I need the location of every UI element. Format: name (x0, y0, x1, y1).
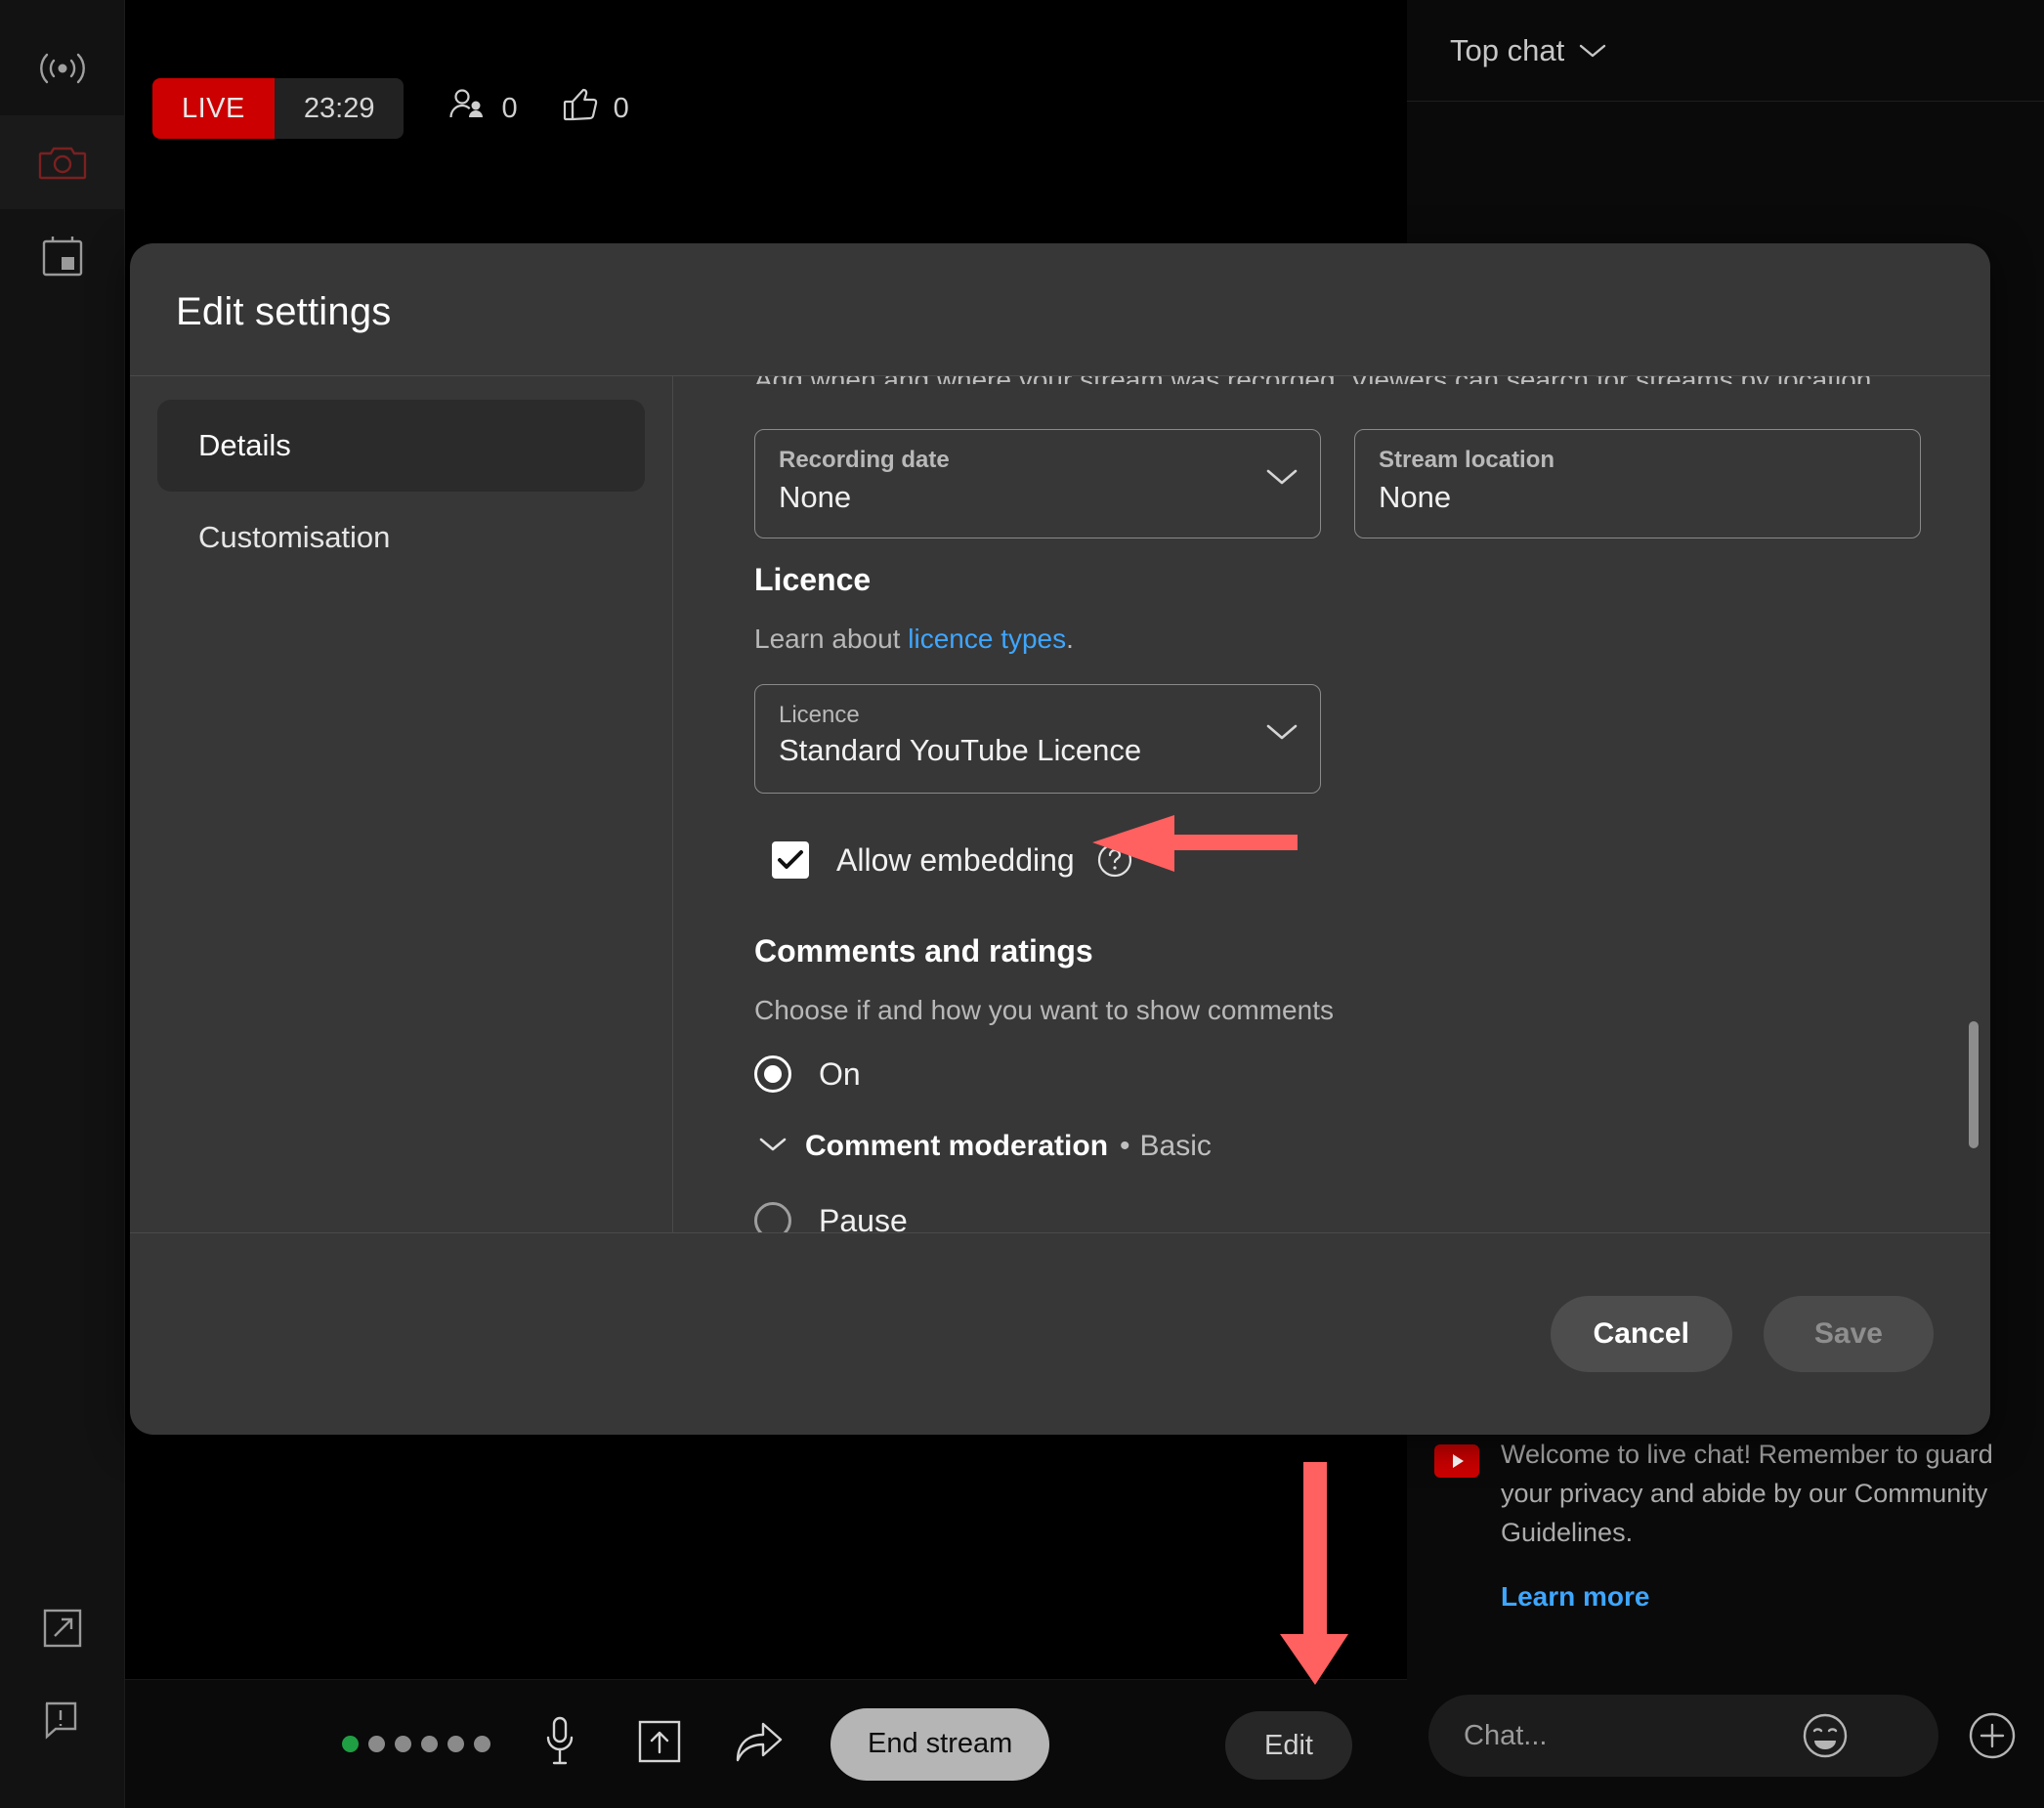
comments-option-pause[interactable]: Pause (754, 1202, 1731, 1232)
licence-section: Licence Learn about licence types. Licen… (754, 562, 1731, 794)
chat-learn-more-link[interactable]: Learn more (1501, 1577, 2005, 1616)
comment-moderation-separator: • (1120, 1130, 1130, 1163)
comments-section: Comments and ratings Choose if and how y… (754, 933, 1731, 1232)
licence-subtext-prefix: Learn about (754, 624, 908, 654)
chevron-down-icon (1265, 467, 1299, 492)
chevron-down-icon (1265, 722, 1299, 747)
nav-item-details-label: Details (198, 428, 291, 463)
edit-settings-dialog: Edit settings Details Customisation Add … (130, 243, 1990, 1435)
nav-item-customisation[interactable]: Customisation (157, 492, 645, 583)
connection-strength-indicator (342, 1736, 490, 1752)
question-circle-icon[interactable] (1096, 841, 1133, 879)
allow-embedding-checkbox[interactable] (772, 841, 809, 879)
licence-types-link[interactable]: licence types (908, 624, 1066, 654)
comment-moderation-label: Comment moderation (805, 1130, 1108, 1163)
rail-item-webcam[interactable] (0, 115, 125, 209)
chat-mode-label: Top chat (1450, 33, 1564, 68)
licence-select[interactable]: Licence Standard YouTube Licence (754, 684, 1321, 794)
elapsed-timer: 23:29 (275, 78, 405, 139)
recording-date-label: Recording date (779, 446, 1297, 475)
youtube-badge-icon (1434, 1444, 1479, 1478)
rail-item-feedback[interactable] (0, 1673, 125, 1767)
broadcast-icon (36, 50, 89, 87)
left-rail (0, 0, 125, 1808)
end-stream-button[interactable]: End stream (830, 1708, 1049, 1781)
thumbs-up-icon (563, 88, 598, 129)
edit-button[interactable]: Edit (1225, 1711, 1352, 1780)
recording-date-field[interactable]: Recording date None (754, 429, 1321, 538)
dialog-title: Edit settings (176, 290, 392, 334)
comments-option-pause-label: Pause (819, 1203, 908, 1233)
recording-info-hint: Add when and where your stream was recor… (754, 376, 1879, 384)
comments-option-on[interactable]: On (754, 1055, 1731, 1093)
licence-select-label: Licence (779, 701, 1297, 730)
chevron-down-icon (758, 1136, 788, 1158)
plus-circle-icon[interactable] (1962, 1705, 2023, 1766)
dialog-scrollbar-thumb[interactable] (1969, 1021, 1979, 1148)
webcam-icon (38, 142, 87, 183)
viewers-metric: 0 (448, 88, 517, 129)
recording-fields-row: Recording date None Stream location None (754, 429, 1921, 538)
licence-subtext: Learn about licence types. (754, 624, 1731, 655)
nav-item-customisation-label: Customisation (198, 520, 390, 555)
rail-item-open-external[interactable] (0, 1581, 125, 1675)
allow-embedding-row: Allow embedding (772, 841, 1133, 879)
chat-header[interactable]: Top chat (1407, 0, 2044, 102)
allow-embedding-label: Allow embedding (836, 842, 1075, 879)
stream-location-field[interactable]: Stream location None (1354, 429, 1921, 538)
stream-location-value: None (1379, 479, 1896, 516)
open-external-icon (42, 1608, 83, 1649)
save-button[interactable]: Save (1764, 1296, 1934, 1372)
licence-heading: Licence (754, 562, 1731, 598)
app-root: LIVE 23:29 0 (0, 0, 2044, 1808)
cancel-button[interactable]: Cancel (1551, 1296, 1732, 1372)
licence-subtext-suffix: . (1066, 624, 1074, 654)
chat-welcome-text: Welcome to live chat! Remember to guard … (1501, 1440, 1993, 1547)
radio-selected-icon (754, 1055, 791, 1093)
feedback-icon (42, 1700, 83, 1741)
dialog-scrollbar[interactable] (1969, 376, 1979, 1232)
chevron-down-icon (1578, 42, 1607, 60)
comments-option-on-label: On (819, 1056, 861, 1093)
likes-count: 0 (614, 93, 629, 125)
share-button[interactable] (729, 1714, 789, 1775)
microphone-icon (543, 1716, 576, 1772)
viewers-count: 0 (501, 93, 517, 125)
chat-input[interactable] (1428, 1695, 1938, 1777)
rail-item-broadcast[interactable] (0, 22, 125, 115)
comments-subtext: Choose if and how you want to show comme… (754, 995, 1731, 1026)
dialog-footer: Cancel Save (130, 1232, 1990, 1435)
schedule-icon (40, 234, 85, 279)
rail-item-schedule[interactable] (0, 209, 125, 303)
nav-item-details[interactable]: Details (157, 400, 645, 492)
chat-input-row (1407, 1663, 2044, 1808)
comment-moderation-value: Basic (1140, 1130, 1212, 1163)
stream-location-label: Stream location (1379, 446, 1896, 475)
live-badge: LIVE (152, 78, 275, 139)
microphone-button[interactable] (530, 1714, 590, 1775)
share-screen-button[interactable] (629, 1714, 690, 1775)
upload-box-icon (637, 1719, 682, 1769)
chat-welcome-message: Welcome to live chat! Remember to guard … (1407, 1435, 2044, 1616)
recording-date-value: None (779, 479, 1297, 516)
stream-control-bar: End stream Edit (125, 1679, 1407, 1808)
likes-metric: 0 (563, 88, 629, 129)
comments-heading: Comments and ratings (754, 933, 1731, 969)
share-arrow-icon (734, 1719, 785, 1769)
licence-select-value: Standard YouTube Licence (779, 732, 1297, 769)
live-pill: LIVE 23:29 (152, 78, 404, 139)
live-status-group: LIVE 23:29 0 (152, 78, 629, 139)
radio-unselected-icon (754, 1202, 791, 1232)
dialog-content: Add when and where your stream was recor… (674, 376, 1990, 1232)
emoji-smile-icon[interactable] (1798, 1708, 1852, 1763)
person-icon (448, 88, 486, 129)
comment-moderation-toggle[interactable]: Comment moderation • Basic (758, 1130, 1731, 1163)
dialog-nav: Details Customisation (130, 376, 673, 1232)
